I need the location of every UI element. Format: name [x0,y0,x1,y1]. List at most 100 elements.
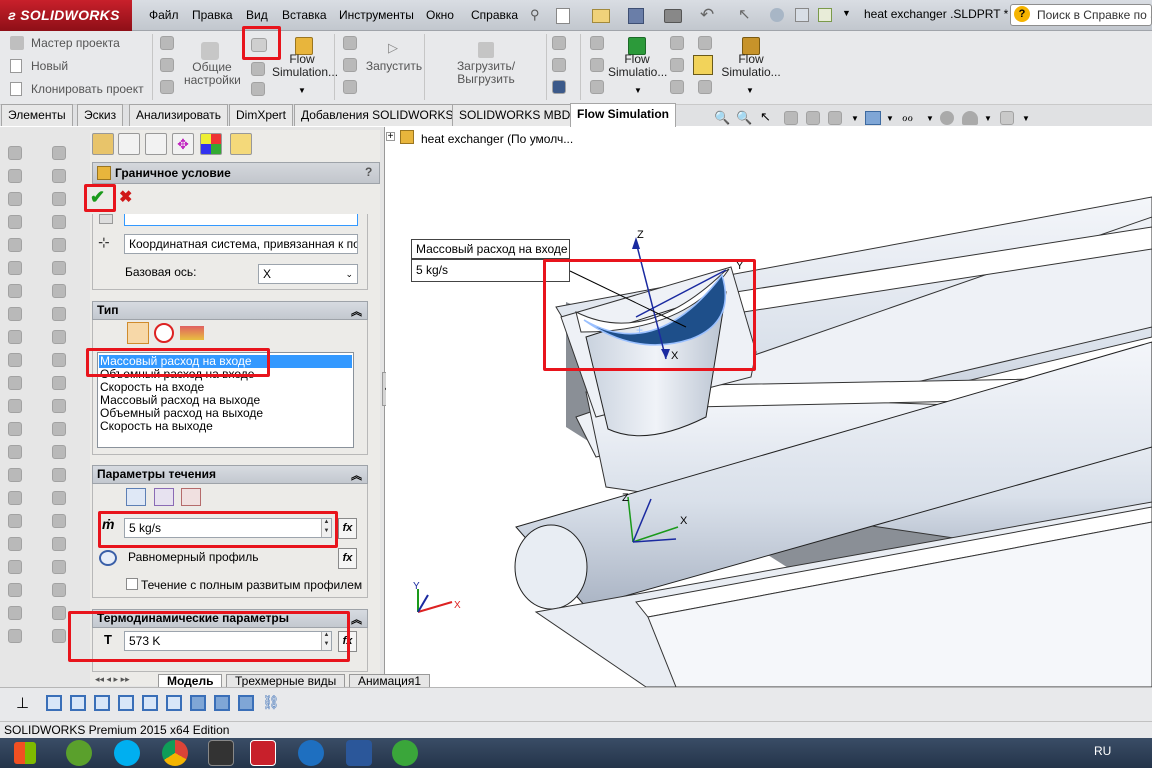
tab-dimxpert-manager[interactable]: ✥ [172,133,194,155]
left-view-icon[interactable] [94,695,110,711]
tool-icon[interactable] [8,399,22,413]
clone-project-button[interactable]: Клонировать проект [31,82,144,96]
tool-icon[interactable] [8,491,22,505]
tool-icon[interactable] [8,146,22,160]
tab-property-manager[interactable] [118,133,140,155]
tab-feature-manager[interactable] [92,133,114,155]
menu-help[interactable]: Справка [471,7,518,23]
tab-sketch[interactable]: Эскиз [77,104,124,126]
app-icon[interactable] [298,740,324,766]
view-orientation-icon[interactable] [828,111,842,125]
word-icon[interactable] [346,740,372,766]
tool-icon[interactable] [343,58,357,72]
tool-icon[interactable] [52,330,66,344]
tool-icon[interactable] [52,583,66,597]
help-icon[interactable]: ? [365,165,372,179]
top-view-icon[interactable] [142,695,158,711]
flow-simulation-menu-button[interactable]: Flow Simulation... [272,53,338,79]
chevron-down-icon[interactable]: ▼ [298,86,306,95]
run-button[interactable]: Запустить [364,60,424,73]
tool-icon[interactable] [52,514,66,528]
menu-view[interactable]: Вид [246,7,268,23]
fully-developed-checkbox[interactable] [126,578,138,590]
skype-icon[interactable] [114,740,140,766]
tool-icon[interactable] [52,353,66,367]
tab-configuration-manager[interactable] [145,133,167,155]
start-windows-icon[interactable] [14,742,36,764]
tab-scroll-arrows-icon[interactable]: ◂◂ ◂ ▸ ▸▸ [95,674,130,685]
pressure-openings-icon[interactable] [154,323,174,343]
collapse-chevron-icon[interactable]: ︽ [351,612,362,629]
solidworks-logo[interactable]: ƨ SOLIDWORKS [0,0,132,31]
link-views-icon[interactable]: ⛓ [262,694,280,711]
tool-icon[interactable] [343,80,357,94]
solidworks-taskbar-icon[interactable] [250,740,276,766]
menu-window[interactable]: Окно [426,7,454,23]
tool-icon[interactable] [670,58,684,72]
tool-icon[interactable] [160,36,174,50]
tab-solidworks-mbd[interactable]: SOLIDWORKS MBD [452,104,578,126]
tab-evaluate[interactable]: Анализировать [129,104,228,126]
selected-faces-list[interactable] [124,214,358,226]
print-icon[interactable] [664,9,682,23]
chevron-down-icon[interactable]: ▼ [886,114,894,123]
tool-icon[interactable] [8,261,22,275]
tab-dimxpert[interactable]: DimXpert [229,104,294,126]
cancel-x-icon[interactable]: ✖ [119,188,132,208]
tool-icon[interactable] [52,192,66,206]
view-settings-icon[interactable] [1000,111,1014,125]
chevron-down-icon[interactable]: ▼ [842,8,851,18]
tool-icon[interactable] [52,307,66,321]
chrome-icon[interactable] [162,740,188,766]
new-document-icon[interactable] [556,8,570,24]
back-view-icon[interactable] [70,695,86,711]
tool-icon[interactable] [251,82,265,96]
help-search-input[interactable]: Поиск в Справке по SOLIDWORKS [1010,4,1152,26]
collapse-chevron-icon[interactable]: ︽ [351,468,362,485]
chevron-down-icon[interactable]: ⌄ [345,265,353,283]
collapse-chevron-icon[interactable]: ︽ [351,304,362,321]
profile-select[interactable]: Равномерный профиль [124,548,332,568]
project-wizard-button[interactable]: Мастер проекта [31,36,120,50]
zoom-to-area-icon[interactable]: 🔍 [736,110,752,126]
utorrent-icon[interactable] [66,740,92,766]
chevron-down-icon[interactable]: ▼ [984,114,992,123]
chevron-down-icon[interactable]: ▼ [851,114,859,123]
tool-icon[interactable] [8,560,22,574]
menu-file[interactable]: Файл [149,7,179,23]
tool-icon[interactable] [8,284,22,298]
tool-icon[interactable] [52,284,66,298]
tool-icon[interactable] [52,422,66,436]
chevron-down-icon[interactable]: ▼ [926,114,934,123]
tree-root-label[interactable]: heat exchanger (По умолч... [421,132,573,146]
tool-icon[interactable] [52,238,66,252]
open-folder-icon[interactable] [592,9,610,23]
tool-icon[interactable] [698,36,712,50]
tool-icon[interactable] [8,353,22,367]
previous-view-icon[interactable]: ↖ [760,109,771,125]
tool-icon[interactable] [251,62,265,76]
tool-icon[interactable] [8,537,22,551]
tool-icon[interactable] [52,491,66,505]
tool-icon[interactable] [8,169,22,183]
type-section-header[interactable]: Тип ︽ [92,301,368,320]
file-properties-icon[interactable] [795,8,809,22]
tool-icon[interactable] [8,514,22,528]
trimetric-view-icon[interactable] [214,695,230,711]
tool-icon[interactable] [8,192,22,206]
tree-expand-icon[interactable]: + [386,132,395,142]
swirl-icon[interactable] [181,488,201,506]
general-settings-button[interactable]: Общие настройки [184,61,241,87]
language-indicator[interactable]: RU [1094,744,1111,758]
toggle-display-icon[interactable] [693,55,713,75]
tool-icon[interactable] [52,537,66,551]
flow-simulation-tools-button[interactable]: Flow Simulatio... [720,53,782,79]
tab-solidworks-addins[interactable]: Добавления SOLIDWORKS [294,104,461,126]
display-style-icon[interactable] [865,111,881,125]
load-unload-button[interactable]: Загрузить/Выгрузить [430,60,542,86]
isometric-view-icon[interactable] [190,695,206,711]
chevron-down-icon[interactable]: ▼ [634,86,642,95]
new-project-button[interactable]: Новый [31,59,68,73]
tab-flow-analysis[interactable] [230,133,252,155]
right-view-icon[interactable] [118,695,134,711]
